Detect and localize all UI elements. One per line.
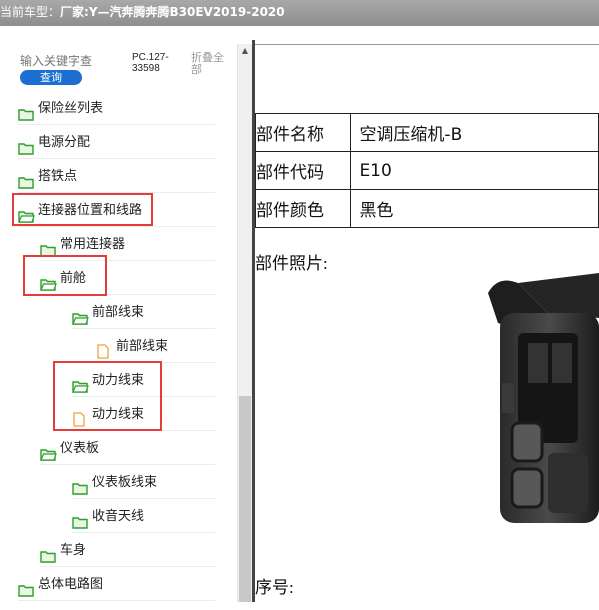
current-model-label: 当前车型： [0,5,61,19]
folder-icon [18,169,34,189]
folder-icon [72,475,88,495]
pc-code-text: PC.127-33598 [132,52,169,74]
part-photo-label: 部件照片: [255,254,328,273]
tree-item-label: 仪表板 [60,441,100,456]
scroll-thumb[interactable] [239,396,251,602]
highlight-box-front-bay [23,255,107,296]
tree-item[interactable]: 车身 [40,534,215,567]
tree-item[interactable]: 保险丝列表 [18,92,215,125]
tree-item[interactable]: 电源分配 [18,126,215,159]
folder-open-icon [40,441,57,461]
search-button[interactable]: 查询 [20,70,82,85]
part-color-key: 部件颜色 [254,189,352,228]
tree-item-label: 前部线束 [116,339,169,354]
table-row: 部件名称 空调压缩机-B [254,113,599,152]
search-box: 查询 [18,52,128,88]
table-row: 部件代码 E10 [254,151,599,190]
tree-item-label: 总体电路图 [38,577,104,592]
file-icon [96,339,112,359]
folder-icon [40,543,56,563]
tree-item[interactable]: 仪表板线束 [72,466,215,499]
tree-item-label: 仪表板线束 [92,475,158,490]
tree-item-label: 车身 [60,543,87,558]
tree-item-label: 保险丝列表 [38,101,104,116]
part-info-table: 部件名称 空调压缩机-B 部件代码 E10 部件颜色 黑色 [254,113,599,228]
folder-icon [72,509,88,529]
tree-item-label: 前部线束 [92,305,145,320]
tree-item[interactable]: 仪表板 [40,432,215,465]
current-model-value: 厂家:Y—汽奔腾奔腾B30EV2019-2020 [60,5,285,19]
part-name-value: 空调压缩机-B [350,113,599,152]
tree-item[interactable]: 前部线束 [72,296,215,329]
scroll-up-arrow-icon[interactable]: ▲ [238,44,252,58]
collapse-all-button[interactable]: 折叠全部 [191,52,231,76]
connector-photo [488,273,599,523]
tree-item-label: 电源分配 [38,135,91,150]
folder-icon [18,135,34,155]
tree-item-label: 常用连接器 [60,237,126,252]
search-input[interactable] [18,52,122,70]
folder-icon [18,101,34,121]
folder-icon [18,577,34,597]
part-code-key: 部件代码 [254,151,352,190]
part-name-key: 部件名称 [254,113,352,152]
sequence-label: 序号: [255,578,294,597]
folder-open-icon [72,305,89,325]
part-color-value: 黑色 [350,189,599,228]
table-row: 部件颜色 黑色 [254,189,599,228]
detail-pane: 部件名称 空调压缩机-B 部件代码 E10 部件颜色 黑色 部件照片: 序号: [254,44,599,603]
window-title-bar: 当前车型：厂家:Y—汽奔腾奔腾B30EV2019-2020 [0,0,599,26]
highlight-box-power-harness [53,361,162,431]
part-code-value: E10 [350,151,599,190]
tree-item[interactable]: 搭铁点 [18,160,215,193]
tree-item[interactable]: 收音天线 [72,500,215,533]
highlight-box-connectors [12,193,153,226]
folder-icon [40,237,56,257]
tree-item-label: 收音天线 [92,509,145,524]
tree-item[interactable]: 前部线束 [96,330,215,363]
tree-item[interactable]: 总体电路图 [18,568,215,601]
sidebar-scrollbar[interactable]: ▲ [237,44,252,602]
tree-item-label: 搭铁点 [38,169,78,184]
